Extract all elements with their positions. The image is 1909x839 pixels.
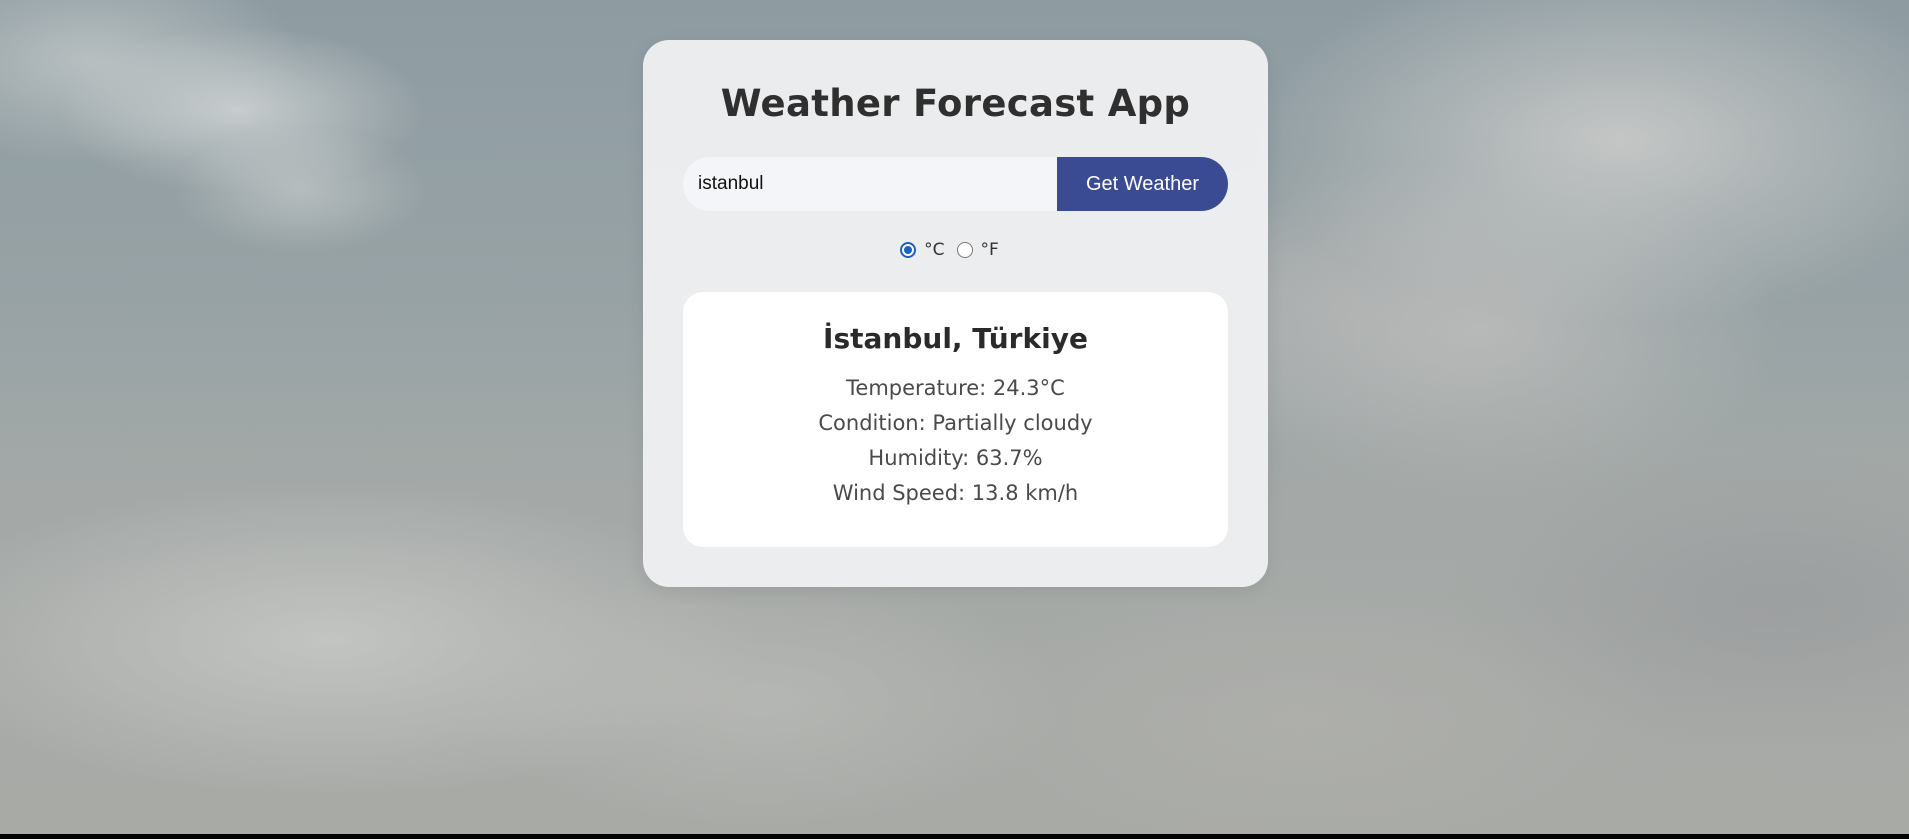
get-weather-button[interactable]: Get Weather xyxy=(1057,157,1228,211)
search-row: Get Weather xyxy=(683,157,1228,211)
app-title: Weather Forecast App xyxy=(720,82,1191,125)
weather-card: Weather Forecast App Get Weather °C °F İ… xyxy=(643,40,1268,587)
bottom-edge xyxy=(0,834,1909,839)
weather-details: Temperature: 24.3°C Condition: Partially… xyxy=(683,371,1228,511)
fahrenheit-label[interactable]: °F xyxy=(981,240,999,260)
condition-text: Condition: Partially cloudy xyxy=(818,411,1093,435)
location-heading: İstanbul, Türkiye xyxy=(823,322,1088,355)
celsius-label[interactable]: °C xyxy=(924,240,944,260)
wind-speed-text: Wind Speed: 13.8 km/h xyxy=(832,481,1079,505)
humidity-text: Humidity: 63.7% xyxy=(868,446,1043,470)
celsius-radio[interactable] xyxy=(900,242,917,258)
fahrenheit-radio[interactable] xyxy=(956,242,973,258)
weather-result-panel: İstanbul, Türkiye Temperature: 24.3°C Co… xyxy=(683,292,1228,547)
unit-selector: °C °F xyxy=(643,240,1268,260)
city-search-input[interactable] xyxy=(683,157,1057,211)
temperature-text: Temperature: 24.3°C xyxy=(846,376,1065,400)
